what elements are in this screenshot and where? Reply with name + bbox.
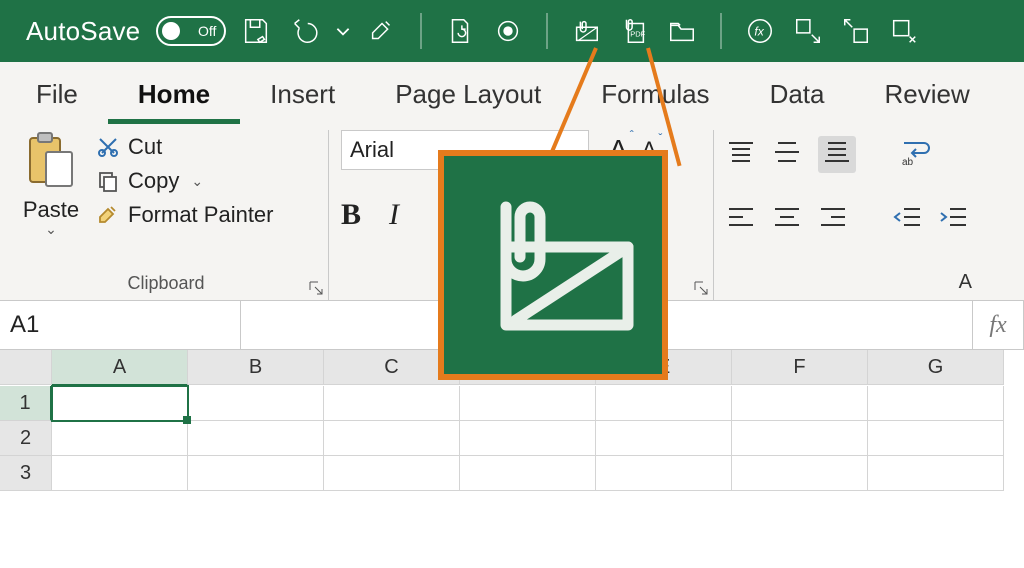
cell[interactable] bbox=[460, 386, 596, 421]
column-header[interactable]: F bbox=[732, 350, 868, 385]
svg-text:PDF: PDF bbox=[631, 30, 646, 39]
tab-review[interactable]: Review bbox=[854, 69, 999, 124]
tab-home[interactable]: Home bbox=[108, 69, 240, 124]
open-folder-icon[interactable] bbox=[664, 13, 700, 49]
reset-window-icon[interactable] bbox=[886, 13, 922, 49]
autosave-toggle-knob bbox=[162, 22, 180, 40]
align-bottom-button[interactable] bbox=[818, 136, 856, 173]
cell[interactable] bbox=[868, 421, 1004, 456]
cell-A1[interactable] bbox=[52, 386, 188, 421]
tab-page-layout[interactable]: Page Layout bbox=[365, 69, 571, 124]
column-header[interactable]: G bbox=[868, 350, 1004, 385]
font-name-value: Arial bbox=[350, 137, 394, 163]
cell[interactable] bbox=[188, 456, 324, 491]
autosave-state: Off bbox=[198, 23, 216, 39]
bold-button[interactable]: B bbox=[341, 198, 361, 232]
align-right-button[interactable] bbox=[818, 205, 848, 234]
send-as-pdf-icon[interactable]: PDF bbox=[616, 13, 652, 49]
cell[interactable] bbox=[596, 456, 732, 491]
row-header[interactable]: 2 bbox=[0, 421, 52, 456]
quick-access-toolbar: AutoSave Off PDF fx bbox=[0, 0, 1024, 62]
send-as-attachment-icon bbox=[468, 195, 638, 335]
undo-icon[interactable] bbox=[286, 13, 322, 49]
ribbon-tabs: File Home Insert Page Layout Formulas Da… bbox=[0, 62, 1024, 124]
align-middle-button[interactable] bbox=[772, 140, 802, 169]
expand-window-icon[interactable] bbox=[838, 13, 874, 49]
group-alignment: ab A bbox=[714, 130, 978, 300]
send-as-attachment-icon[interactable] bbox=[568, 13, 604, 49]
align-center-button[interactable] bbox=[772, 205, 802, 234]
cell[interactable] bbox=[52, 456, 188, 491]
align-left-button[interactable] bbox=[726, 205, 756, 234]
row-header[interactable]: 1 bbox=[0, 386, 52, 421]
separator bbox=[420, 13, 422, 49]
cell[interactable] bbox=[868, 386, 1004, 421]
column-header[interactable]: B bbox=[188, 350, 324, 385]
chevron-down-icon[interactable]: ⌄ bbox=[45, 221, 57, 238]
format-painter-label: Format Painter bbox=[128, 202, 274, 228]
cell[interactable] bbox=[868, 456, 1004, 491]
cell[interactable] bbox=[324, 386, 460, 421]
cut-label: Cut bbox=[128, 134, 162, 160]
increase-indent-button[interactable] bbox=[938, 205, 968, 234]
paste-button[interactable]: Paste ⌄ bbox=[16, 130, 86, 238]
column-header[interactable]: A bbox=[52, 350, 188, 386]
cell[interactable] bbox=[188, 421, 324, 456]
cell[interactable] bbox=[324, 456, 460, 491]
tab-file[interactable]: File bbox=[6, 69, 108, 124]
cell[interactable] bbox=[52, 421, 188, 456]
decrease-indent-button[interactable] bbox=[892, 205, 922, 234]
cell[interactable] bbox=[324, 421, 460, 456]
copy-button[interactable]: Copy ⌄ bbox=[96, 168, 274, 194]
callout-send-as-attachment bbox=[438, 150, 668, 380]
cell[interactable] bbox=[596, 421, 732, 456]
tab-data[interactable]: Data bbox=[740, 69, 855, 124]
undo-dropdown-icon[interactable] bbox=[334, 13, 352, 49]
group-label-alignment bbox=[726, 269, 966, 300]
tab-insert[interactable]: Insert bbox=[240, 69, 365, 124]
group-label-clipboard: Clipboard bbox=[16, 269, 316, 300]
alignment-label-truncated: A bbox=[959, 271, 972, 294]
collapse-down-icon[interactable] bbox=[790, 13, 826, 49]
dialog-launcher-icon[interactable] bbox=[693, 280, 709, 296]
cell[interactable] bbox=[596, 386, 732, 421]
format-painter-button[interactable]: Format Painter bbox=[96, 202, 274, 228]
cut-button[interactable]: Cut bbox=[96, 134, 274, 160]
fx-label: fx bbox=[989, 312, 1006, 339]
chevron-down-icon[interactable]: ⌄ bbox=[191, 173, 203, 190]
copy-label: Copy bbox=[128, 168, 179, 194]
align-top-button[interactable] bbox=[726, 140, 756, 169]
italic-button[interactable]: I bbox=[389, 198, 399, 232]
cell[interactable] bbox=[460, 456, 596, 491]
caret-down-icon: ˇ bbox=[658, 131, 662, 145]
cell[interactable] bbox=[732, 386, 868, 421]
separator bbox=[546, 13, 548, 49]
wrap-text-button[interactable]: ab bbox=[900, 137, 932, 172]
paste-label: Paste bbox=[23, 197, 79, 223]
group-clipboard: Paste ⌄ Cut Copy ⌄ Format Pain bbox=[4, 130, 329, 300]
cell[interactable] bbox=[460, 421, 596, 456]
record-icon[interactable] bbox=[490, 13, 526, 49]
caret-up-icon: ˆ bbox=[630, 128, 634, 142]
autosave-toggle[interactable]: Off bbox=[156, 16, 226, 46]
cell[interactable] bbox=[732, 456, 868, 491]
dialog-launcher-icon[interactable] bbox=[308, 280, 324, 296]
insert-function-button[interactable]: fx bbox=[972, 301, 1024, 349]
svg-text:fx: fx bbox=[755, 25, 765, 39]
refresh-document-icon[interactable] bbox=[442, 13, 478, 49]
cell[interactable] bbox=[188, 386, 324, 421]
cell[interactable] bbox=[732, 421, 868, 456]
save-icon[interactable] bbox=[238, 13, 274, 49]
paste-icon bbox=[24, 130, 78, 195]
row-header[interactable]: 3 bbox=[0, 456, 52, 491]
insert-function-icon[interactable]: fx bbox=[742, 13, 778, 49]
autosave-label: AutoSave bbox=[26, 16, 140, 47]
separator bbox=[720, 13, 722, 49]
name-box[interactable]: A1 bbox=[0, 301, 241, 349]
select-all-corner[interactable] bbox=[0, 350, 52, 385]
svg-text:ab: ab bbox=[902, 157, 914, 167]
name-box-value: A1 bbox=[10, 311, 39, 339]
format-painter-icon[interactable] bbox=[364, 13, 400, 49]
